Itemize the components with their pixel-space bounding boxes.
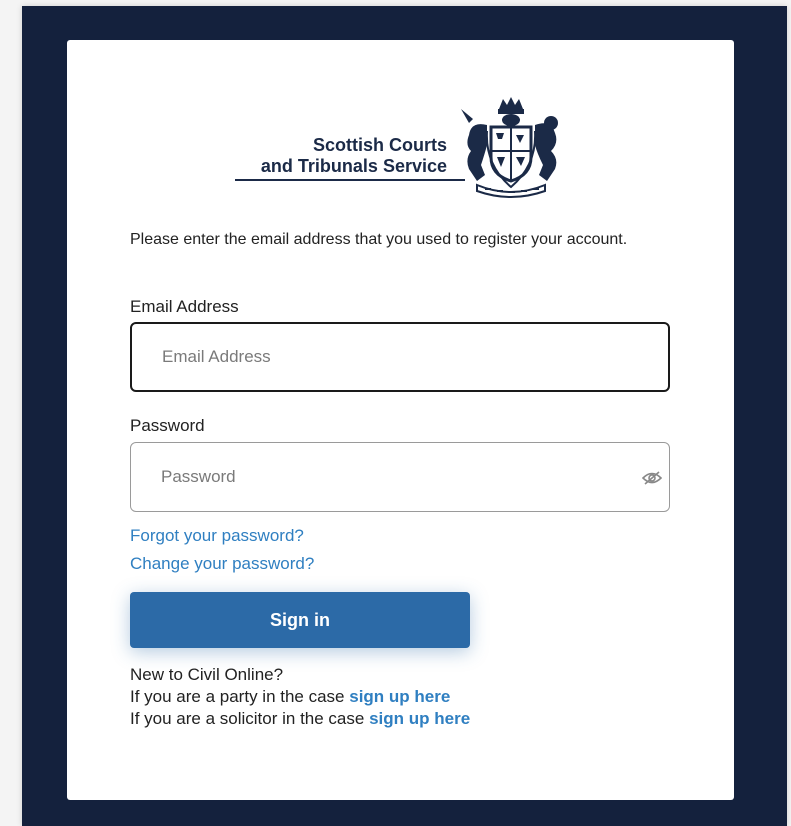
- party-signup-link[interactable]: sign up here: [349, 687, 450, 706]
- change-password-link[interactable]: Change your password?: [130, 554, 314, 574]
- logo-line-2: and Tribunals Service: [260, 156, 447, 176]
- email-field[interactable]: [130, 322, 670, 392]
- signup-footer: New to Civil Online? If you are a party …: [130, 664, 470, 730]
- royal-coat-of-arms-icon: [461, 97, 558, 198]
- sign-in-button[interactable]: Sign in: [130, 592, 470, 648]
- password-field[interactable]: [130, 442, 670, 512]
- eye-slash-icon[interactable]: [642, 470, 662, 486]
- solicitor-signup-text: If you are a solicitor in the case: [130, 709, 365, 728]
- password-label: Password: [130, 416, 205, 435]
- sctsc-logo: Scottish Courts and Tribunals Service: [231, 95, 571, 200]
- email-label: Email Address: [130, 297, 239, 316]
- logo-text: Scottish Courts and Tribunals Service: [261, 135, 447, 177]
- logo-underline: [235, 179, 465, 181]
- solicitor-signup-row: If you are a solicitor in the case sign …: [130, 708, 470, 730]
- party-signup-text: If you are a party in the case: [130, 687, 345, 706]
- logo-line-1: Scottish Courts: [312, 135, 447, 155]
- login-card: Scottish Courts and Tribunals Service Pl…: [67, 40, 734, 800]
- party-signup-row: If you are a party in the case sign up h…: [130, 686, 470, 708]
- intro-text: Please enter the email address that you …: [130, 231, 628, 248]
- solicitor-signup-link[interactable]: sign up here: [369, 709, 470, 728]
- new-user-text: New to Civil Online?: [130, 665, 284, 684]
- forgot-password-link[interactable]: Forgot your password?: [130, 526, 304, 546]
